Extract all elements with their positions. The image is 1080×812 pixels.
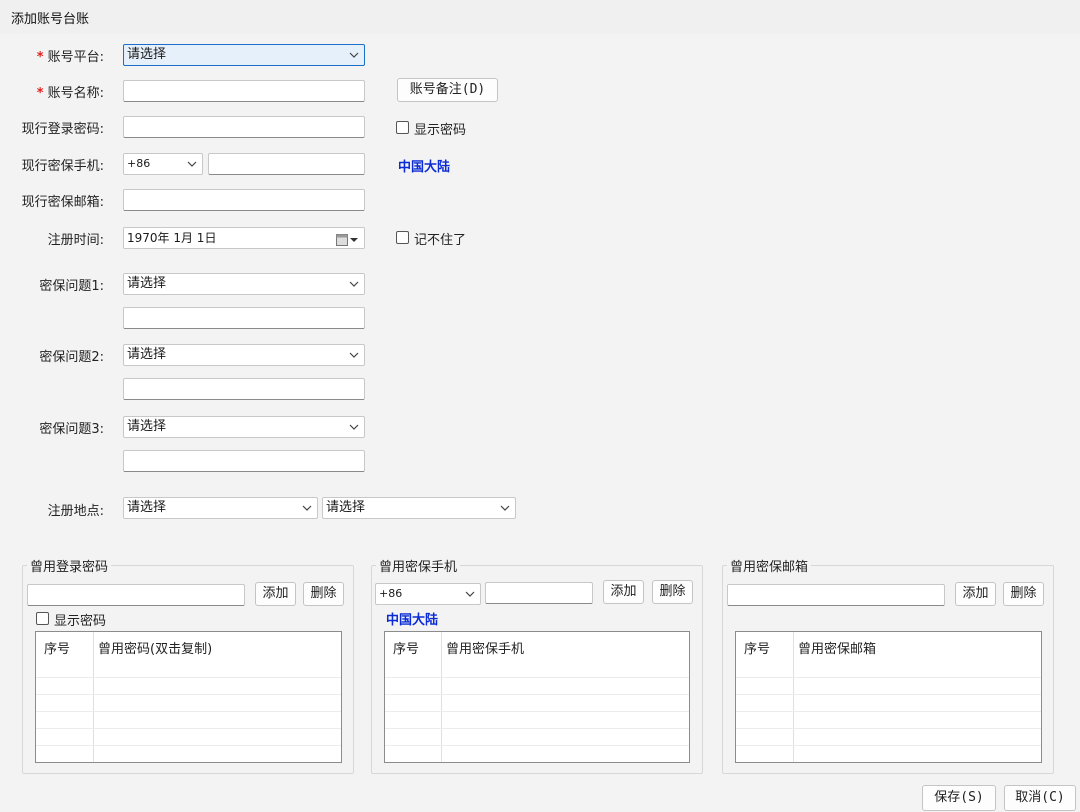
row-divider: [736, 711, 1041, 712]
location-city-select[interactable]: 请选择: [322, 497, 516, 519]
row-divider: [36, 711, 341, 712]
column-header-phone[interactable]: 曾用密保手机: [446, 638, 524, 657]
used-emails-title: 曾用密保邮箱: [727, 556, 812, 575]
row-divider: [736, 745, 1041, 746]
used-password-input[interactable]: [27, 584, 245, 606]
phone-country-select[interactable]: +86: [123, 153, 203, 175]
used-phones-list[interactable]: 序号 曾用密保手机: [384, 631, 690, 763]
chevron-down-icon: [349, 345, 359, 365]
used-phone-input[interactable]: [485, 582, 593, 604]
answer1-input[interactable]: [123, 307, 365, 329]
column-separator: [93, 632, 94, 762]
question2-label: 密保问题2:: [39, 350, 104, 365]
column-separator: [793, 632, 794, 762]
chevron-down-icon: [187, 154, 197, 174]
current-password-label: 现行登录密码:: [21, 122, 104, 137]
show-password-checkbox[interactable]: [396, 121, 409, 134]
register-date-picker[interactable]: 1970年 1月 1日: [123, 227, 365, 249]
column-header-password[interactable]: 曾用密码(双击复制): [98, 638, 212, 657]
phone-input[interactable]: [208, 153, 365, 175]
row-divider: [36, 694, 341, 695]
account-note-button[interactable]: 账号备注(D): [397, 78, 498, 102]
used-phone-country-select[interactable]: +86: [375, 583, 481, 605]
delete-phone-button[interactable]: 删除: [652, 580, 693, 604]
row-divider: [385, 728, 689, 729]
row-divider: [385, 745, 689, 746]
column-separator: [441, 632, 442, 762]
row-divider: [736, 677, 1041, 678]
current-password-input[interactable]: [123, 116, 365, 138]
used-show-password-checkbox[interactable]: [36, 612, 49, 625]
chevron-down-icon: [302, 498, 312, 518]
row-divider: [736, 694, 1041, 695]
platform-label: * 账号平台:: [36, 50, 104, 65]
show-password-label: 显示密码: [414, 123, 467, 138]
row-divider: [385, 677, 689, 678]
title-bar: [0, 0, 1080, 34]
question1-select[interactable]: 请选择: [123, 273, 365, 295]
forgot-date-checkbox[interactable]: [396, 231, 409, 244]
add-password-button[interactable]: 添加: [255, 582, 296, 606]
cancel-button[interactable]: 取消(C): [1004, 785, 1076, 811]
email-input[interactable]: [123, 189, 365, 211]
add-phone-button[interactable]: 添加: [603, 580, 644, 604]
used-emails-list[interactable]: 序号 曾用密保邮箱: [735, 631, 1042, 763]
question3-label: 密保问题3:: [39, 422, 104, 437]
answer3-input[interactable]: [123, 450, 365, 472]
answer2-input[interactable]: [123, 378, 365, 400]
chevron-down-icon: [349, 274, 359, 294]
phone-region-label: 中国大陆: [398, 160, 451, 175]
column-header-index[interactable]: 序号: [44, 638, 70, 657]
row-divider: [36, 728, 341, 729]
phone-label: 现行密保手机:: [21, 159, 104, 174]
account-name-label: * 账号名称:: [36, 86, 104, 101]
delete-email-button[interactable]: 删除: [1003, 582, 1044, 606]
question2-select[interactable]: 请选择: [123, 344, 365, 366]
location-label: 注册地点:: [47, 504, 104, 519]
forgot-date-label: 记不住了: [414, 233, 467, 248]
used-phone-region-label: 中国大陆: [386, 613, 439, 628]
save-button[interactable]: 保存(S): [922, 785, 996, 811]
used-show-password-label: 显示密码: [54, 614, 107, 629]
row-divider: [36, 677, 341, 678]
chevron-down-icon: [500, 498, 510, 518]
row-divider: [36, 745, 341, 746]
add-email-button[interactable]: 添加: [955, 582, 996, 606]
column-header-index[interactable]: 序号: [393, 638, 419, 657]
chevron-down-icon: [465, 584, 475, 604]
chevron-down-icon: [349, 45, 359, 65]
question3-select[interactable]: 请选择: [123, 416, 365, 438]
row-divider: [385, 711, 689, 712]
row-divider: [385, 694, 689, 695]
used-email-input[interactable]: [727, 584, 945, 606]
email-label: 现行密保邮箱:: [21, 195, 104, 210]
delete-password-button[interactable]: 删除: [303, 582, 344, 606]
register-time-label: 注册时间:: [47, 233, 104, 248]
account-name-input[interactable]: [123, 80, 365, 102]
column-header-email[interactable]: 曾用密保邮箱: [798, 638, 876, 657]
used-passwords-title: 曾用登录密码: [27, 556, 112, 575]
row-divider: [736, 728, 1041, 729]
chevron-down-icon: [349, 417, 359, 437]
used-phones-title: 曾用密保手机: [376, 556, 461, 575]
calendar-dropdown-icon: [336, 232, 358, 252]
platform-select[interactable]: 请选择: [123, 44, 365, 66]
window-title: 添加账号台账: [11, 12, 90, 27]
location-province-select[interactable]: 请选择: [123, 497, 318, 519]
column-header-index[interactable]: 序号: [744, 638, 770, 657]
question1-label: 密保问题1:: [39, 279, 104, 294]
used-passwords-list[interactable]: 序号 曾用密码(双击复制): [35, 631, 342, 763]
